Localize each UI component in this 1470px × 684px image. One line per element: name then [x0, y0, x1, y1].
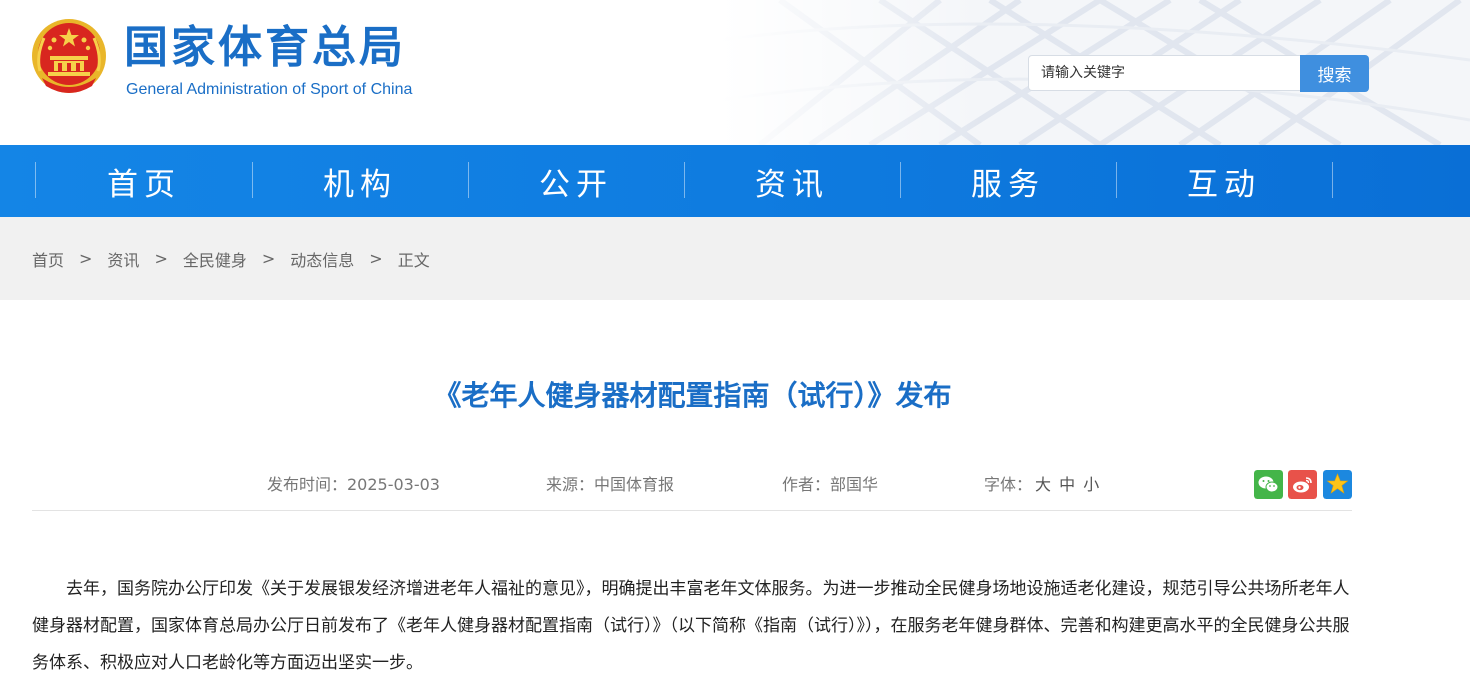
- breadcrumb-updates[interactable]: 动态信息: [290, 247, 354, 271]
- nav-item-public[interactable]: 公开: [468, 145, 684, 217]
- breadcrumb-current: 正文: [397, 250, 430, 270]
- font-size-control: 字体：大 中 小: [984, 474, 1099, 496]
- nav-item-interaction[interactable]: 互动: [1116, 145, 1332, 217]
- font-size-label: 字体：: [984, 475, 1033, 494]
- nav-item-home[interactable]: 首页: [36, 145, 252, 217]
- font-size-medium[interactable]: 中: [1059, 475, 1075, 494]
- nav-item-organization[interactable]: 机构: [252, 145, 468, 217]
- wechat-icon[interactable]: [1254, 470, 1283, 499]
- article-body: 去年，国务院办公厅印发《关于发展银发经济增进老年人福祉的意见》，明确提出丰富老年…: [32, 579, 1350, 673]
- nav-separator: [1332, 162, 1333, 198]
- nav-item-news[interactable]: 资讯: [684, 145, 900, 217]
- publish-time: 发布时间：2025-03-03: [267, 475, 440, 494]
- font-size-large[interactable]: 大: [1035, 475, 1051, 494]
- weibo-icon[interactable]: [1288, 470, 1317, 499]
- breadcrumb-separator: >: [79, 249, 93, 268]
- site-title-english: General Administration of Sport of China: [126, 81, 413, 98]
- breadcrumb-home[interactable]: 首页: [32, 247, 64, 271]
- article-title: 《老年人健身器材配置指南（试行）》发布: [433, 379, 952, 412]
- breadcrumb-national-fitness[interactable]: 全民健身: [183, 247, 247, 271]
- breadcrumb-bar: 首页 > 资讯 > 全民健身 > 动态信息 > 正文: [0, 217, 1470, 300]
- site-title: 国家体育总局: [124, 22, 406, 73]
- breadcrumb-news[interactable]: 资讯: [107, 247, 139, 271]
- search-button[interactable]: 搜索: [1300, 55, 1369, 92]
- article-source: 来源：中国体育报: [546, 475, 675, 494]
- main-nav: 首页 机构 公开 资讯 服务 互动: [0, 145, 1470, 217]
- favorite-star-icon[interactable]: [1323, 470, 1352, 499]
- nav-item-services[interactable]: 服务: [900, 145, 1116, 217]
- breadcrumb: 首页 > 资讯 > 全民健身 > 动态信息 > 正文: [32, 217, 430, 300]
- breadcrumb-separator: >: [154, 249, 168, 268]
- font-size-small[interactable]: 小: [1083, 475, 1099, 494]
- meta-divider: [32, 510, 1352, 511]
- site-header: 国家体育总局 General Administration of Sport o…: [0, 0, 1470, 145]
- breadcrumb-separator: >: [261, 249, 276, 268]
- article-author: 作者：部国华: [782, 475, 879, 494]
- breadcrumb-separator: >: [369, 249, 383, 268]
- national-emblem-icon: [32, 19, 106, 93]
- search-input[interactable]: [1028, 55, 1300, 91]
